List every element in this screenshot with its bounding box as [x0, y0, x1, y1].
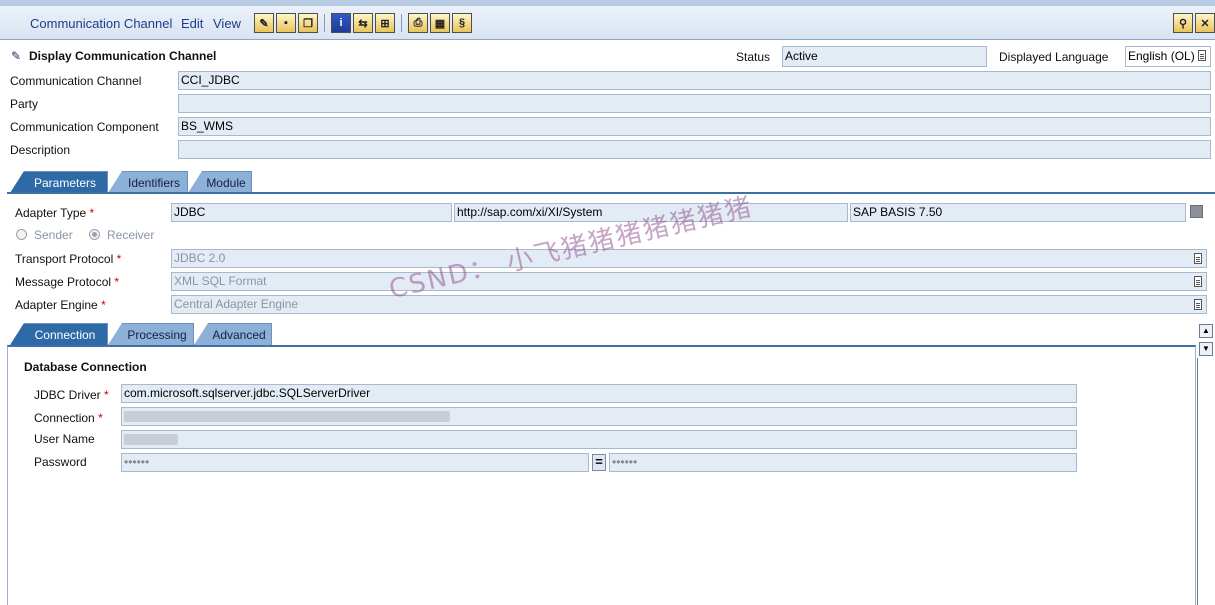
dropdown-icon	[1198, 50, 1206, 61]
tab-connection[interactable]: Connection	[10, 323, 108, 345]
transport-protocol-label: Transport Protocol *	[15, 252, 122, 266]
database-connection-title: Database Connection	[24, 360, 147, 374]
tab-processing[interactable]: Processing	[108, 323, 194, 345]
connection-label: Connection *	[34, 411, 103, 425]
scroll-down-icon[interactable]: ▼	[1199, 342, 1213, 356]
message-protocol-dropdown[interactable]: XML SQL Format	[171, 272, 1207, 291]
pin-icon[interactable]: ⚲	[1173, 13, 1193, 33]
where-used-icon[interactable]: ⇆	[353, 13, 373, 33]
menu-toolbar: Communication Channel Edit View ✎ ▪ ❐ i …	[0, 0, 1215, 40]
redacted-connection-string	[124, 411, 450, 422]
jdbc-driver-field[interactable]: com.microsoft.sqlserver.jdbc.SQLServerDr…	[121, 384, 1077, 403]
adapter-engine-value: Central Adapter Engine	[174, 297, 299, 311]
receiver-label: Receiver	[107, 228, 155, 242]
toolbar-separator	[401, 14, 402, 32]
hierarchy-icon[interactable]: ⊞	[375, 13, 395, 33]
displayed-language-dropdown[interactable]: English (OL)	[1125, 46, 1211, 67]
menu-view[interactable]: View	[213, 16, 241, 31]
status-field: Active	[782, 46, 987, 67]
transport-protocol-dropdown[interactable]: JDBC 2.0	[171, 249, 1207, 268]
sender-label: Sender	[34, 228, 73, 242]
tabstrip-divider	[7, 192, 1215, 194]
channel-icon: ✎	[11, 49, 22, 63]
party-field	[178, 94, 1211, 113]
edit-pencil-icon[interactable]: ✎	[254, 13, 274, 33]
table-icon[interactable]: ▦	[430, 13, 450, 33]
tab-parameters[interactable]: Parameters	[10, 171, 108, 193]
password-label: Password	[34, 455, 87, 469]
scrollbar-track[interactable]	[1197, 358, 1198, 605]
adapter-engine-label: Adapter Engine *	[15, 298, 106, 312]
user-name-field[interactable]	[121, 430, 1077, 449]
displayed-language-label: Displayed Language	[999, 50, 1109, 64]
history-icon[interactable]: §	[452, 13, 472, 33]
receiver-radio[interactable]	[89, 229, 100, 240]
scroll-up-icon[interactable]: ▲	[1199, 324, 1213, 338]
adapter-swcv-field: SAP BASIS 7.50	[850, 203, 1186, 222]
page-title: Display Communication Channel	[29, 49, 217, 63]
menu-communication-channel[interactable]: Communication Channel	[30, 16, 172, 31]
password-confirm-field[interactable]: ••••••	[609, 453, 1077, 472]
transport-protocol-value: JDBC 2.0	[174, 251, 226, 265]
communication-channel-field: CCI_JDBC	[178, 71, 1211, 90]
displayed-language-value: English (OL)	[1128, 49, 1195, 63]
close-icon[interactable]: ✕	[1195, 13, 1215, 33]
dropdown-icon	[1194, 299, 1202, 310]
communication-component-label: Communication Component	[10, 120, 159, 134]
toolbar-top-line	[0, 0, 1215, 6]
password-field[interactable]: ••••••	[121, 453, 589, 472]
communication-component-field: BS_WMS	[178, 117, 1211, 136]
description-field	[178, 140, 1211, 159]
print-icon[interactable]: ⎙	[408, 13, 428, 33]
tab-module[interactable]: Module	[188, 171, 252, 193]
jdbc-driver-label: JDBC Driver *	[34, 388, 109, 402]
copy-icon[interactable]: ❐	[298, 13, 318, 33]
message-protocol-value: XML SQL Format	[174, 274, 267, 288]
value-help-icon[interactable]	[1190, 205, 1203, 218]
adapter-type-label: Adapter Type *	[15, 206, 95, 220]
password-confirm-equals: =	[592, 454, 606, 471]
party-label: Party	[10, 97, 39, 111]
dropdown-icon	[1194, 253, 1202, 264]
menu-edit[interactable]: Edit	[181, 16, 203, 31]
save-icon[interactable]: ▪	[276, 13, 296, 33]
info-icon[interactable]: i	[331, 13, 351, 33]
tab-identifiers[interactable]: Identifiers	[108, 171, 188, 193]
adapter-type-field: JDBC	[171, 203, 452, 222]
user-name-label: User Name	[34, 432, 95, 446]
redacted-user-name	[124, 434, 178, 445]
tab-advanced[interactable]: Advanced	[194, 323, 272, 345]
message-protocol-label: Message Protocol *	[15, 275, 120, 289]
adapter-engine-dropdown[interactable]: Central Adapter Engine	[171, 295, 1207, 314]
status-label: Status	[736, 50, 771, 64]
dropdown-icon	[1194, 276, 1202, 287]
description-label: Description	[10, 143, 71, 157]
communication-channel-label: Communication Channel	[10, 74, 142, 88]
sender-radio[interactable]	[16, 229, 27, 240]
toolbar-separator	[324, 14, 325, 32]
